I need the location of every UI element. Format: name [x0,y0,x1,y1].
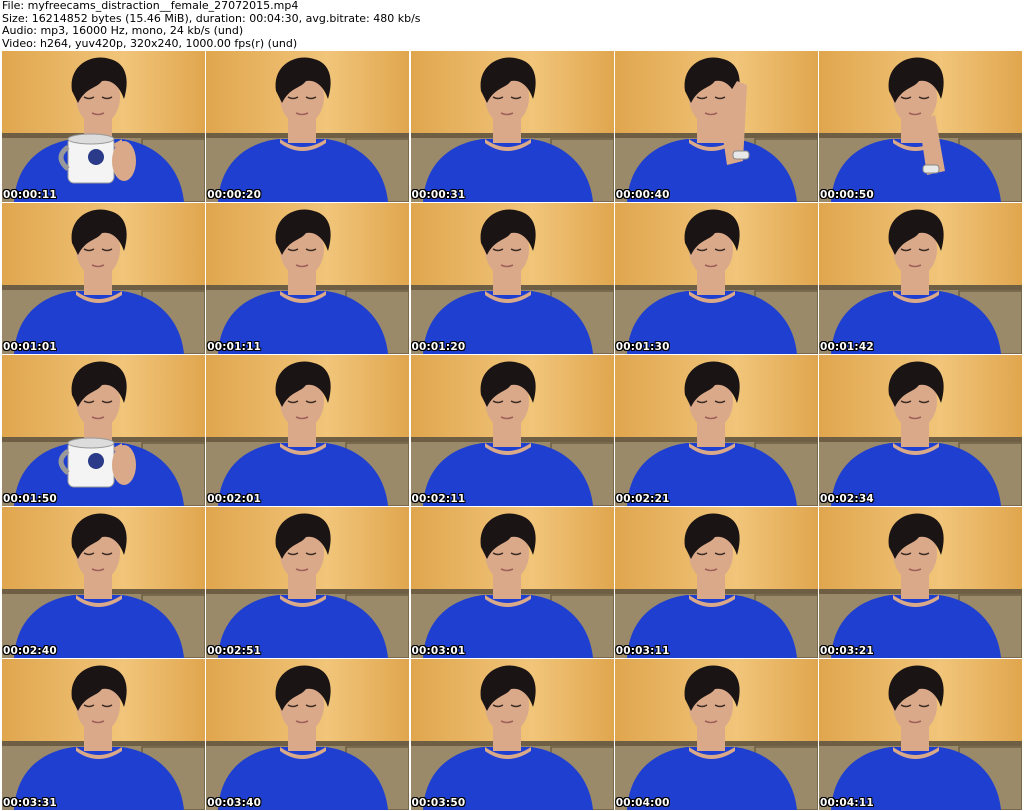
frame-image [410,507,614,658]
frame-image [614,203,818,354]
thumbnail-timestamp: 00:04:11 [820,797,874,809]
video-info-header: File: myfreecams_distraction__female_270… [2,0,1022,50]
video-frame-thumbnail: 00:01:30 [614,203,818,354]
video-frame-thumbnail: 00:02:01 [206,355,410,506]
frame-image [614,355,818,506]
video-frame-thumbnail: 00:03:40 [206,659,410,810]
frame-image [206,355,410,506]
frame-image [2,355,205,506]
thumbnail-grid: 00:00:11 00:00:20 00:00:31 00:00:40 00:00:50… [2,51,1022,810]
frame-image [410,659,614,810]
thumbnail-timestamp: 00:01:11 [207,341,262,353]
thumbnail-timestamp: 00:00:40 [615,189,670,201]
video-frame-thumbnail: 00:01:50 [2,355,205,506]
thumbnail-timestamp: 00:01:01 [3,341,57,353]
video-frame-thumbnail: 00:03:31 [2,659,205,810]
thumbnail-timestamp: 00:03:40 [207,797,262,809]
frame-image [819,203,1022,354]
thumbnail-timestamp: 00:02:51 [207,645,262,657]
video-frame-thumbnail: 00:02:51 [206,507,410,658]
video-frame-thumbnail: 00:01:20 [410,203,614,354]
thumbnail-timestamp: 00:02:01 [207,493,262,505]
thumbnail-timestamp: 00:03:21 [820,645,874,657]
video-frame-thumbnail: 00:02:34 [819,355,1022,506]
thumbnail-timestamp: 00:03:11 [615,645,670,657]
frame-image [2,203,205,354]
thumbnail-timestamp: 00:02:21 [615,493,670,505]
contact-sheet: File: myfreecams_distraction__female_270… [0,0,1024,811]
thumbnail-timestamp: 00:04:00 [615,797,670,809]
video-frame-thumbnail: 00:01:01 [2,203,205,354]
frame-image [206,51,410,202]
frame-image [614,507,818,658]
frame-image [614,51,818,202]
frame-image [819,51,1022,202]
video-frame-thumbnail: 00:01:11 [206,203,410,354]
video-frame-thumbnail: 00:00:50 [819,51,1022,202]
thumbnail-timestamp: 00:01:20 [411,341,466,353]
video-info-line: Video: h264, yuv420p, 320x240, 1000.00 f… [2,36,298,50]
thumbnail-timestamp: 00:00:11 [3,189,57,201]
thumbnail-timestamp: 00:02:11 [411,493,466,505]
thumbnail-timestamp: 00:03:31 [3,797,57,809]
thumbnail-timestamp: 00:00:50 [820,189,874,201]
video-frame-thumbnail: 00:04:00 [614,659,818,810]
frame-image [819,659,1022,810]
video-frame-thumbnail: 00:03:01 [410,507,614,658]
video-frame-thumbnail: 00:00:11 [2,51,205,202]
video-frame-thumbnail: 00:00:20 [206,51,410,202]
frame-image [206,507,410,658]
video-frame-thumbnail: 00:01:42 [819,203,1022,354]
frame-image [819,355,1022,506]
video-frame-thumbnail: 00:03:50 [410,659,614,810]
video-frame-thumbnail: 00:04:11 [819,659,1022,810]
video-frame-thumbnail: 00:03:21 [819,507,1022,658]
frame-image [410,51,614,202]
thumbnail-timestamp: 00:01:30 [615,341,670,353]
thumbnail-timestamp: 00:01:42 [820,341,874,353]
file-name-line: File: myfreecams_distraction__female_270… [2,0,299,12]
thumbnail-timestamp: 00:02:40 [3,645,57,657]
frame-image [2,507,205,658]
thumbnail-timestamp: 00:01:50 [3,493,57,505]
video-frame-thumbnail: 00:02:40 [2,507,205,658]
thumbnail-timestamp: 00:03:50 [411,797,466,809]
thumbnail-timestamp: 00:03:01 [411,645,466,657]
frame-image [410,355,614,506]
frame-image [2,659,205,810]
frame-image [614,659,818,810]
frame-image [206,659,410,810]
frame-image [206,203,410,354]
frame-image [410,203,614,354]
thumbnail-timestamp: 00:00:31 [411,189,466,201]
frame-image [819,507,1022,658]
audio-info-line: Audio: mp3, 16000 Hz, mono, 24 kb/s (und… [2,24,244,37]
video-frame-thumbnail: 00:02:11 [410,355,614,506]
video-frame-thumbnail: 00:03:11 [614,507,818,658]
thumbnail-timestamp: 00:00:20 [207,189,262,201]
thumbnail-timestamp: 00:02:34 [820,493,874,505]
video-frame-thumbnail: 00:00:40 [614,51,818,202]
video-frame-thumbnail: 00:00:31 [410,51,614,202]
video-frame-thumbnail: 00:02:21 [614,355,818,506]
frame-image [2,51,205,202]
